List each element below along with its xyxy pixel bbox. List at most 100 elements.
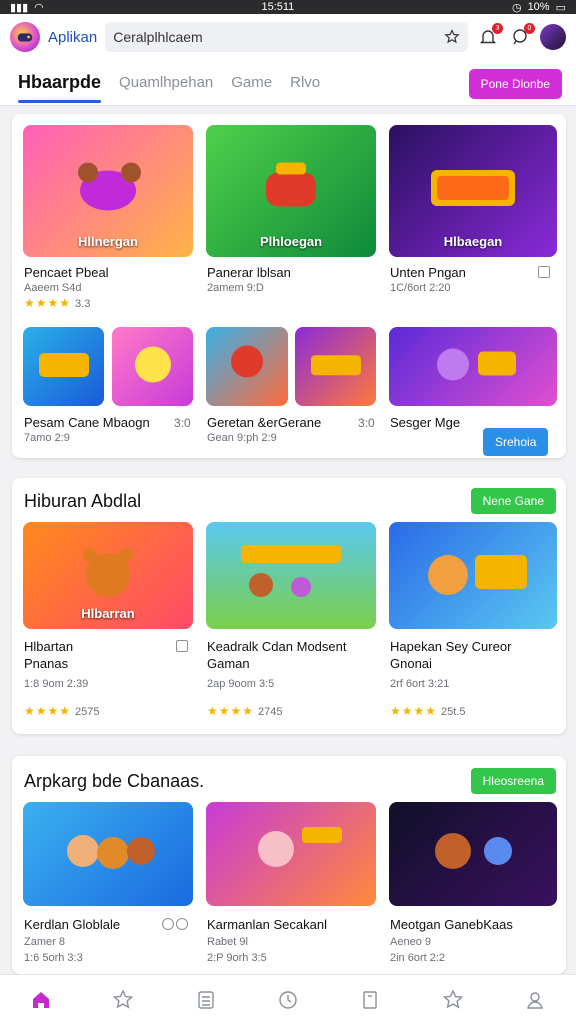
status-bar: ▮▮▮ ◠ 15:511 ◷ 10% ▭ — [0, 0, 576, 14]
notification-badge: 3 — [492, 23, 503, 34]
game-title[interactable]: Unten Pngan — [390, 264, 466, 281]
game-title[interactable]: Panerar lblsan — [207, 264, 291, 281]
game-side-value: 3:0 — [358, 416, 375, 430]
tab-home[interactable]: Hbaarpde — [18, 62, 102, 103]
alarm-icon: ◷ — [511, 1, 522, 14]
info-icon[interactable] — [176, 918, 188, 930]
nav-rated[interactable] — [441, 988, 465, 1012]
game-meta: 1:6 5orh 3:3 — [24, 952, 83, 964]
status-time: 15:511 — [261, 1, 295, 13]
flag-icon[interactable] — [538, 266, 550, 278]
star-outline-icon[interactable] — [444, 29, 460, 45]
bookmark-icon — [363, 990, 377, 1009]
game-art-icon — [78, 162, 141, 211]
rating-stars: ★★★★ 2745 — [207, 704, 283, 718]
see-more-button[interactable]: Srehoia — [483, 428, 549, 456]
nav-profile[interactable] — [523, 988, 547, 1012]
game-title[interactable]: Kerdlan Globlale — [24, 916, 120, 933]
signal-icon: ▮▮▮ — [10, 1, 29, 14]
game-meta: Rabet 9l — [207, 936, 248, 948]
game-card-thumb[interactable] — [206, 327, 288, 406]
game-side-value: 3:0 — [174, 416, 191, 430]
game-card-thumb[interactable] — [295, 327, 376, 406]
game-title[interactable]: Keadralk Cdan Modsent Gaman — [207, 638, 346, 672]
nav-home[interactable] — [29, 988, 53, 1012]
game-card-thumb[interactable] — [112, 327, 193, 406]
game-card-thumb[interactable]: Hllnergan — [23, 125, 193, 257]
search-bar[interactable]: Ceralplhlcaem — [105, 22, 468, 52]
game-card-thumb[interactable] — [389, 327, 557, 406]
notification-button[interactable]: 3 — [476, 23, 503, 49]
character-icon — [437, 348, 516, 380]
game-meta: 2amem 9:D — [207, 282, 264, 294]
game-card-thumb[interactable] — [23, 802, 193, 906]
tab-other[interactable]: Rlvo — [290, 64, 320, 101]
game-card-thumb[interactable] — [206, 522, 376, 629]
game-title[interactable]: Karmanlan Secakanl — [207, 916, 327, 933]
section-header: Hiburan Abdlal Nene Gane — [12, 478, 566, 524]
game-meta: Aaeem S4d — [24, 282, 82, 294]
info-icon[interactable] — [162, 918, 174, 930]
section-header: Arpkarg bde Cbanaas. Hleosreena — [12, 756, 566, 806]
status-left: ▮▮▮ ◠ — [10, 1, 44, 14]
game-card-thumb[interactable] — [389, 522, 557, 629]
messages-badge: 0 — [524, 23, 535, 34]
characters-icon — [258, 827, 342, 867]
star-icon — [113, 988, 134, 1009]
rating-value: 3.3 — [75, 298, 91, 310]
list-icon — [198, 990, 214, 1009]
game-title[interactable]: Pencaet Pbeal — [24, 264, 109, 281]
rating-value: 25t.5 — [441, 706, 466, 718]
game-art-icon — [241, 544, 341, 597]
characters-icon — [435, 833, 512, 869]
bookmark-icon[interactable] — [176, 640, 188, 652]
game-title[interactable]: Sesger Mge — [390, 414, 460, 431]
game-meta: 2ap 9oom 3:5 — [207, 678, 275, 690]
battery-icon: ▭ — [555, 1, 566, 14]
game-meta: 1C/6ort 2:20 — [390, 282, 451, 294]
search-input[interactable]: Ceralplhlcaem — [113, 29, 438, 45]
rating-value: 2575 — [75, 706, 100, 718]
game-meta: Zamer 8 — [24, 936, 65, 948]
tab-category[interactable]: Quamlhpehan — [119, 64, 213, 101]
category-tabs: Hbaarpde Quamlhpehan Game Rlvo Pone Dlon… — [0, 60, 576, 106]
section-title: Hiburan Abdlal — [24, 490, 142, 511]
nav-history[interactable] — [276, 988, 300, 1012]
tab-action-button[interactable]: Pone Dlonbe — [468, 69, 562, 99]
game-meta: 1:8 9om 2:39 — [24, 678, 89, 690]
game-title-art-icon — [310, 354, 361, 375]
game-card-thumb[interactable] — [206, 802, 376, 906]
user-icon — [526, 991, 543, 1009]
entertainment-section: Hiburan Abdlal Nene Gane Hlbarran Hlbart… — [12, 478, 566, 734]
section-action-button[interactable]: Nene Gane — [470, 488, 556, 514]
rating-stars: ★★★★ 25t.5 — [390, 704, 466, 718]
game-title[interactable]: Hapekan Sey Cureor Gnonai — [390, 638, 511, 672]
avatar[interactable] — [540, 24, 566, 50]
game-title[interactable]: Meotgan GanebKaas — [390, 916, 513, 933]
game-meta: Aeneo 9 — [390, 936, 431, 948]
featured-section: Hllnergan Plhloegan Hlbaegan Pencaet Pbe… — [12, 114, 566, 458]
nav-saved[interactable] — [358, 988, 382, 1012]
clock-icon — [279, 990, 297, 1009]
star-outline-icon — [442, 988, 463, 1009]
game-card-thumb[interactable]: Hlbaegan — [389, 125, 557, 257]
nav-favorites[interactable] — [111, 988, 135, 1012]
game-card-thumb[interactable]: Plhloegan — [206, 125, 376, 257]
home-icon — [33, 991, 50, 1008]
game-meta: 2in 6ort 2:2 — [390, 952, 446, 964]
nav-library[interactable] — [194, 988, 218, 1012]
game-title[interactable]: Geretan &erGerane — [207, 414, 321, 431]
game-card-thumb[interactable] — [23, 327, 104, 406]
game-card-thumb[interactable] — [389, 802, 557, 906]
bottom-navigation — [0, 974, 576, 1024]
game-title[interactable]: Pesam Cane Mbaogn — [24, 414, 150, 431]
app-logo[interactable] — [10, 22, 40, 52]
character-icon — [231, 345, 263, 377]
game-card-thumb[interactable]: Hlbarran — [23, 522, 193, 629]
section-action-button[interactable]: Hleosreena — [470, 768, 556, 794]
game-title[interactable]: Hlbartan Pnanas — [24, 638, 73, 672]
rating-value: 2745 — [258, 706, 283, 718]
messages-button[interactable]: 0 — [508, 23, 535, 49]
game-card-caption: Hlbarran — [81, 606, 135, 621]
tab-game[interactable]: Game — [231, 64, 272, 101]
